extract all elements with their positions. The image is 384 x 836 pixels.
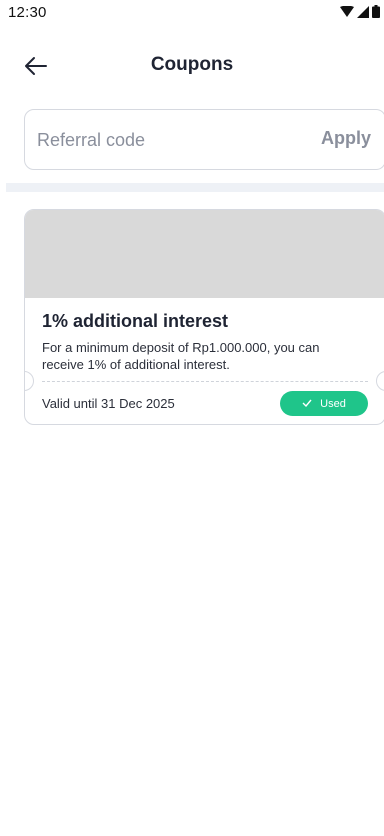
coupon-dashed-divider (42, 381, 368, 382)
status-time: 12:30 (8, 4, 47, 21)
referral-code-field: Apply (24, 109, 384, 170)
ticket-notch-left (25, 371, 34, 391)
page-title: Coupons (150, 54, 234, 75)
coupon-validity: Valid until 31 Dec 2025 (42, 396, 175, 411)
status-icons (340, 5, 380, 18)
app-bar: Coupons (0, 44, 384, 88)
battery-icon (372, 5, 380, 18)
section-divider (6, 183, 384, 192)
coupon-card[interactable]: 1% additional interest For a minimum dep… (24, 209, 384, 425)
coupon-description: For a minimum deposit of Rp1.000.000, yo… (42, 340, 320, 372)
status-badge: Used (280, 391, 368, 416)
status-badge-label: Used (320, 397, 346, 410)
coupon-title: 1% additional interest (42, 311, 229, 331)
apply-button[interactable]: Apply (321, 128, 371, 149)
signal-icon (357, 5, 369, 18)
coupon-image (25, 210, 384, 298)
ticket-notch-right (376, 371, 384, 391)
referral-code-input[interactable] (37, 124, 297, 156)
wifi-icon (340, 5, 354, 18)
status-bar: 12:30 (0, 0, 384, 26)
check-icon (302, 398, 312, 410)
